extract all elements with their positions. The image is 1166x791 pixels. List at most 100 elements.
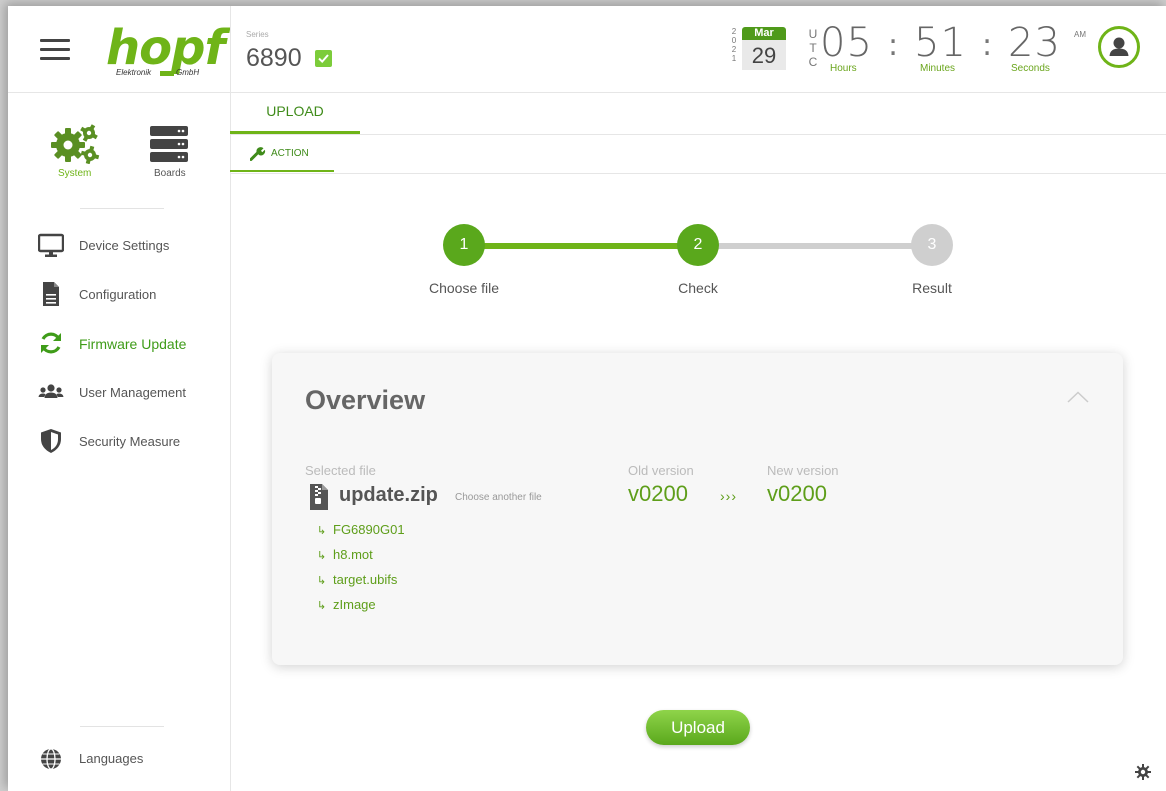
file-list-item: ↳ h8.mot	[317, 547, 373, 562]
old-version-label: Old version	[628, 463, 694, 478]
date-month: Mar	[742, 27, 786, 40]
file-list-item: ↳ zImage	[317, 597, 376, 612]
file-list-item-name: target.ubifs	[333, 572, 398, 587]
languages-label: Languages	[79, 751, 144, 766]
users-icon	[38, 384, 64, 398]
hours-label: Hours	[830, 63, 857, 74]
refresh-icon	[41, 332, 61, 354]
boards-label[interactable]: Boards	[154, 168, 186, 179]
step-1-circle: 1	[443, 224, 485, 266]
sidebar-item-firmware-update[interactable]: Firmware Update	[38, 330, 223, 356]
sidebar-divider	[80, 208, 164, 209]
file-list-item-name: zImage	[333, 597, 376, 612]
turn-arrow-icon: ↳	[317, 525, 327, 537]
year-digit: 2	[731, 45, 737, 54]
monitor-icon	[38, 233, 64, 257]
turn-arrow-icon: ↳	[317, 550, 327, 562]
old-version-value: v0200	[628, 481, 688, 506]
date-day: 29	[742, 40, 786, 70]
sidebar-item-label: Security Measure	[79, 434, 181, 449]
utc-label: U T C	[808, 27, 818, 69]
shield-icon	[41, 429, 61, 453]
document-icon	[43, 282, 59, 306]
utc-letter: C	[808, 55, 818, 69]
header-divider	[230, 6, 231, 92]
date-badge: Mar 29	[742, 27, 786, 73]
app-window: hopf Elektronik GmbH Series 6890 2 0 2 1…	[8, 6, 1166, 791]
step-2-label: Check	[678, 280, 718, 296]
hopf-logo: hopf Elektronik GmbH	[106, 24, 226, 84]
chevron-up-icon[interactable]	[1067, 391, 1089, 403]
year-digit: 2	[731, 27, 737, 36]
tab-upload[interactable]: UPLOAD	[230, 92, 360, 134]
logo-word: hopf	[106, 20, 225, 76]
upload-button[interactable]: Upload	[646, 710, 750, 745]
tab-action-label: ACTION	[271, 148, 309, 159]
sidebar-item-label: User Management	[79, 385, 186, 400]
year-digit: 0	[731, 36, 737, 45]
overview-card: Overview Selected file update.zip Choose…	[272, 353, 1123, 665]
file-list-item: ↳ target.ubifs	[317, 572, 397, 587]
series-label: Series	[246, 30, 269, 39]
time-seconds: 23	[1008, 20, 1061, 66]
time-hours: 05	[820, 20, 873, 66]
sidebar-divider	[80, 726, 164, 727]
series-number: 6890	[246, 44, 302, 72]
turn-arrow-icon: ↳	[317, 600, 327, 612]
overview-title: Overview	[305, 385, 426, 415]
choose-another-file-link[interactable]: Choose another file	[455, 492, 542, 503]
sidebar-item-label: Configuration	[79, 287, 157, 302]
step-connector-done	[464, 243, 698, 249]
sidebar-item-configuration[interactable]: Configuration	[38, 281, 223, 307]
step-3-circle: 3	[911, 224, 953, 266]
tab-underline	[230, 170, 334, 172]
zip-file-icon	[310, 484, 328, 510]
file-list-item: ↳ FG6890G01	[317, 522, 405, 537]
time-separator: :	[982, 28, 993, 63]
server-icon[interactable]	[150, 126, 188, 167]
step-2-circle: 2	[677, 224, 719, 266]
utc-letter: T	[809, 41, 817, 55]
selected-file-label: Selected file	[305, 463, 376, 478]
sidebar-item-label: Firmware Update	[79, 336, 187, 352]
new-version-label: New version	[767, 463, 839, 478]
settings-gear-icon[interactable]	[1135, 764, 1151, 780]
selected-file-name: update.zip	[339, 484, 438, 506]
file-list-item-name: FG6890G01	[333, 522, 405, 537]
tab-divider	[230, 134, 1166, 135]
time-minutes: 51	[914, 20, 967, 66]
user-avatar-icon[interactable]	[1098, 26, 1140, 68]
system-label[interactable]: System	[58, 168, 91, 179]
seconds-label: Seconds	[1011, 63, 1050, 74]
file-list-item-name: h8.mot	[333, 547, 373, 562]
sidebar-item-security-measure[interactable]: Security Measure	[38, 428, 223, 454]
version-arrows: ›››	[720, 488, 737, 504]
subtab-divider	[230, 173, 1166, 174]
top-header: hopf Elektronik GmbH Series 6890 2 0 2 1…	[8, 6, 1166, 93]
turn-arrow-icon: ↳	[317, 575, 327, 587]
menu-icon[interactable]	[40, 39, 70, 61]
tab-upload-label: UPLOAD	[266, 103, 324, 119]
logo-subtext-right: GmbH	[176, 68, 200, 77]
logo-bar	[160, 71, 174, 76]
ampm-label: AM	[1074, 30, 1086, 39]
time-separator: :	[888, 28, 899, 63]
logo-subtext-left: Elektronik	[116, 68, 152, 77]
utc-letter: U	[808, 27, 818, 41]
step-3-label: Result	[912, 280, 952, 296]
sidebar: System Boards Device Settings Configurat…	[8, 92, 231, 791]
wrench-icon	[250, 147, 266, 161]
tab-action[interactable]: ACTION	[230, 136, 334, 172]
new-version-value: v0200	[767, 481, 827, 506]
step-connector-pending	[698, 243, 932, 249]
sidebar-item-label: Device Settings	[79, 238, 170, 253]
minutes-label: Minutes	[920, 63, 956, 74]
gears-icon[interactable]	[48, 122, 100, 169]
step-1-label: Choose file	[428, 280, 500, 296]
globe-icon	[41, 748, 61, 770]
sidebar-item-device-settings[interactable]: Device Settings	[38, 232, 223, 258]
year-digit: 1	[731, 54, 737, 63]
check-icon	[315, 50, 332, 67]
year-digits: 2 0 2 1	[730, 27, 738, 63]
sidebar-item-user-management[interactable]: User Management	[38, 379, 223, 405]
